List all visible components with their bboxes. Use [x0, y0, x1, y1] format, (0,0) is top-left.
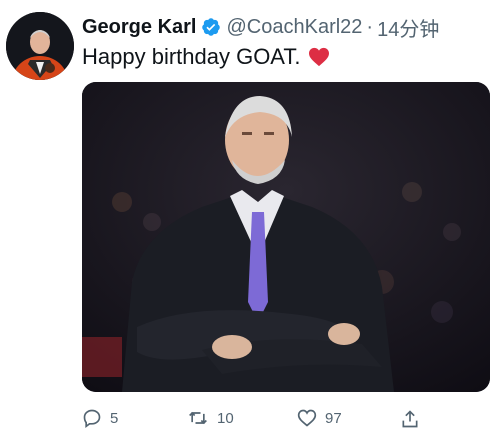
tweet-actions: 5 10 97 — [82, 408, 492, 436]
like-button[interactable]: 97 — [297, 408, 342, 428]
reply-icon — [83, 409, 101, 428]
heart-emoji-icon — [309, 47, 330, 67]
tweet-text: Happy birthday GOAT. — [82, 44, 330, 70]
avatar[interactable] — [6, 12, 74, 80]
tweet-text-content: Happy birthday GOAT. — [82, 44, 301, 69]
tweet[interactable]: George Karl @CoachKarl22 · 14分钟 Happy bi… — [0, 0, 500, 440]
author-name[interactable]: George Karl — [82, 16, 196, 39]
like-icon — [297, 409, 317, 427]
like-count: 97 — [325, 409, 342, 427]
avatar-image — [6, 12, 74, 80]
share-button[interactable] — [400, 408, 428, 430]
retweet-count: 10 — [217, 409, 234, 427]
reply-button[interactable]: 5 — [82, 408, 118, 428]
retweet-button[interactable]: 10 — [187, 408, 234, 428]
reply-count: 5 — [110, 409, 119, 427]
share-icon — [402, 410, 418, 428]
tweet-header: George Karl @CoachKarl22 · 14分钟 — [82, 13, 492, 42]
author-handle[interactable]: @CoachKarl22 — [226, 16, 362, 39]
verified-badge-icon — [202, 18, 221, 36]
retweet-icon — [189, 411, 207, 425]
timestamp[interactable]: 14分钟 — [377, 13, 439, 42]
separator-dot: · — [366, 15, 374, 38]
tweet-photo[interactable] — [82, 82, 490, 392]
photo-coach-arms-crossed — [82, 82, 490, 392]
